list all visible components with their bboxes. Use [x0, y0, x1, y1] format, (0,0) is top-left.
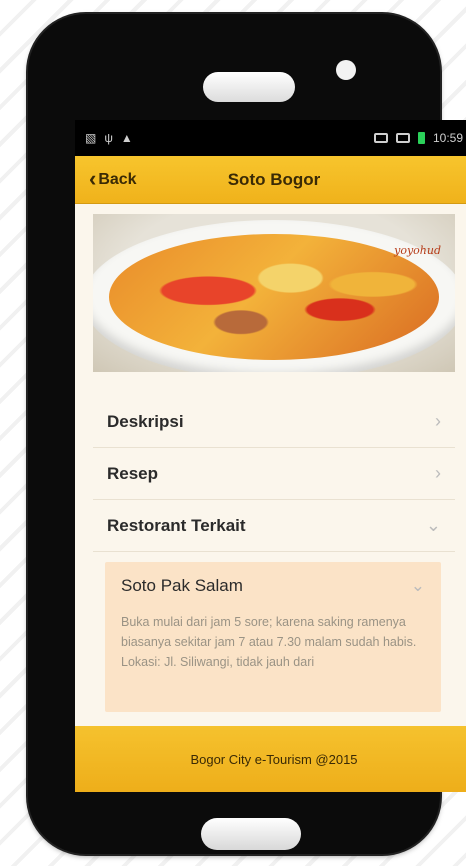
speaker-grille — [203, 72, 295, 102]
sim-icon: ▧ — [85, 131, 97, 145]
status-right: 10:59 — [373, 131, 463, 145]
chevron-right-icon: › — [435, 463, 441, 483]
menu-list: Deskripsi › Resep › Restorant Terkait ⌄ … — [93, 396, 455, 712]
menu-item-label: Deskripsi — [107, 411, 184, 431]
battery-icon — [417, 132, 425, 144]
phone-frame: ▧ ψ ▲ 10:59 ‹ Back Soto Bogor yoyohud De… — [28, 14, 466, 854]
status-bar: ▧ ψ ▲ 10:59 — [75, 120, 466, 156]
footer-text: Bogor City e-Tourism @2015 — [190, 751, 358, 767]
notification-icon-2 — [395, 133, 410, 143]
status-time: 10:59 — [432, 131, 463, 145]
nav-bar: ‹ Back Soto Bogor — [75, 156, 466, 204]
food-photo: yoyohud — [93, 214, 455, 372]
home-button[interactable] — [201, 818, 301, 850]
front-camera — [336, 60, 356, 80]
menu-item-label: Resep — [107, 463, 159, 483]
warning-icon: ▲ — [120, 131, 133, 145]
chevron-down-icon: ⌄ — [425, 515, 441, 535]
status-left: ▧ ψ ▲ — [85, 131, 133, 145]
footer: Bogor City e-Tourism @2015 — [75, 726, 466, 792]
back-label: Back — [98, 170, 137, 188]
chevron-right-icon: › — [435, 411, 441, 431]
content-area[interactable]: yoyohud Deskripsi › Resep › Restorant Te… — [75, 204, 466, 726]
restaurant-card[interactable]: Soto Pak Salam ⌄ Buka mulai dari jam 5 s… — [105, 562, 441, 712]
notification-icon — [373, 133, 388, 143]
soup — [109, 234, 439, 360]
menu-item-resep[interactable]: Resep › — [93, 448, 455, 500]
chevron-down-icon: ⌄ — [410, 576, 425, 595]
menu-item-label: Restorant Terkait — [107, 515, 246, 535]
menu-item-restorant-terkait[interactable]: Restorant Terkait ⌄ — [93, 500, 455, 552]
back-button[interactable]: ‹ Back — [75, 165, 137, 191]
usb-icon: ψ — [104, 131, 113, 145]
chevron-left-icon: ‹ — [89, 165, 97, 191]
photo-watermark: yoyohud — [394, 244, 441, 257]
restaurant-name: Soto Pak Salam — [121, 576, 243, 595]
menu-item-deskripsi[interactable]: Deskripsi › — [93, 396, 455, 448]
restaurant-description: Buka mulai dari jam 5 sore; karena sakin… — [121, 615, 417, 669]
restaurant-header[interactable]: Soto Pak Salam ⌄ — [121, 576, 425, 612]
phone-screen: ▧ ψ ▲ 10:59 ‹ Back Soto Bogor yoyohud De… — [75, 120, 466, 792]
